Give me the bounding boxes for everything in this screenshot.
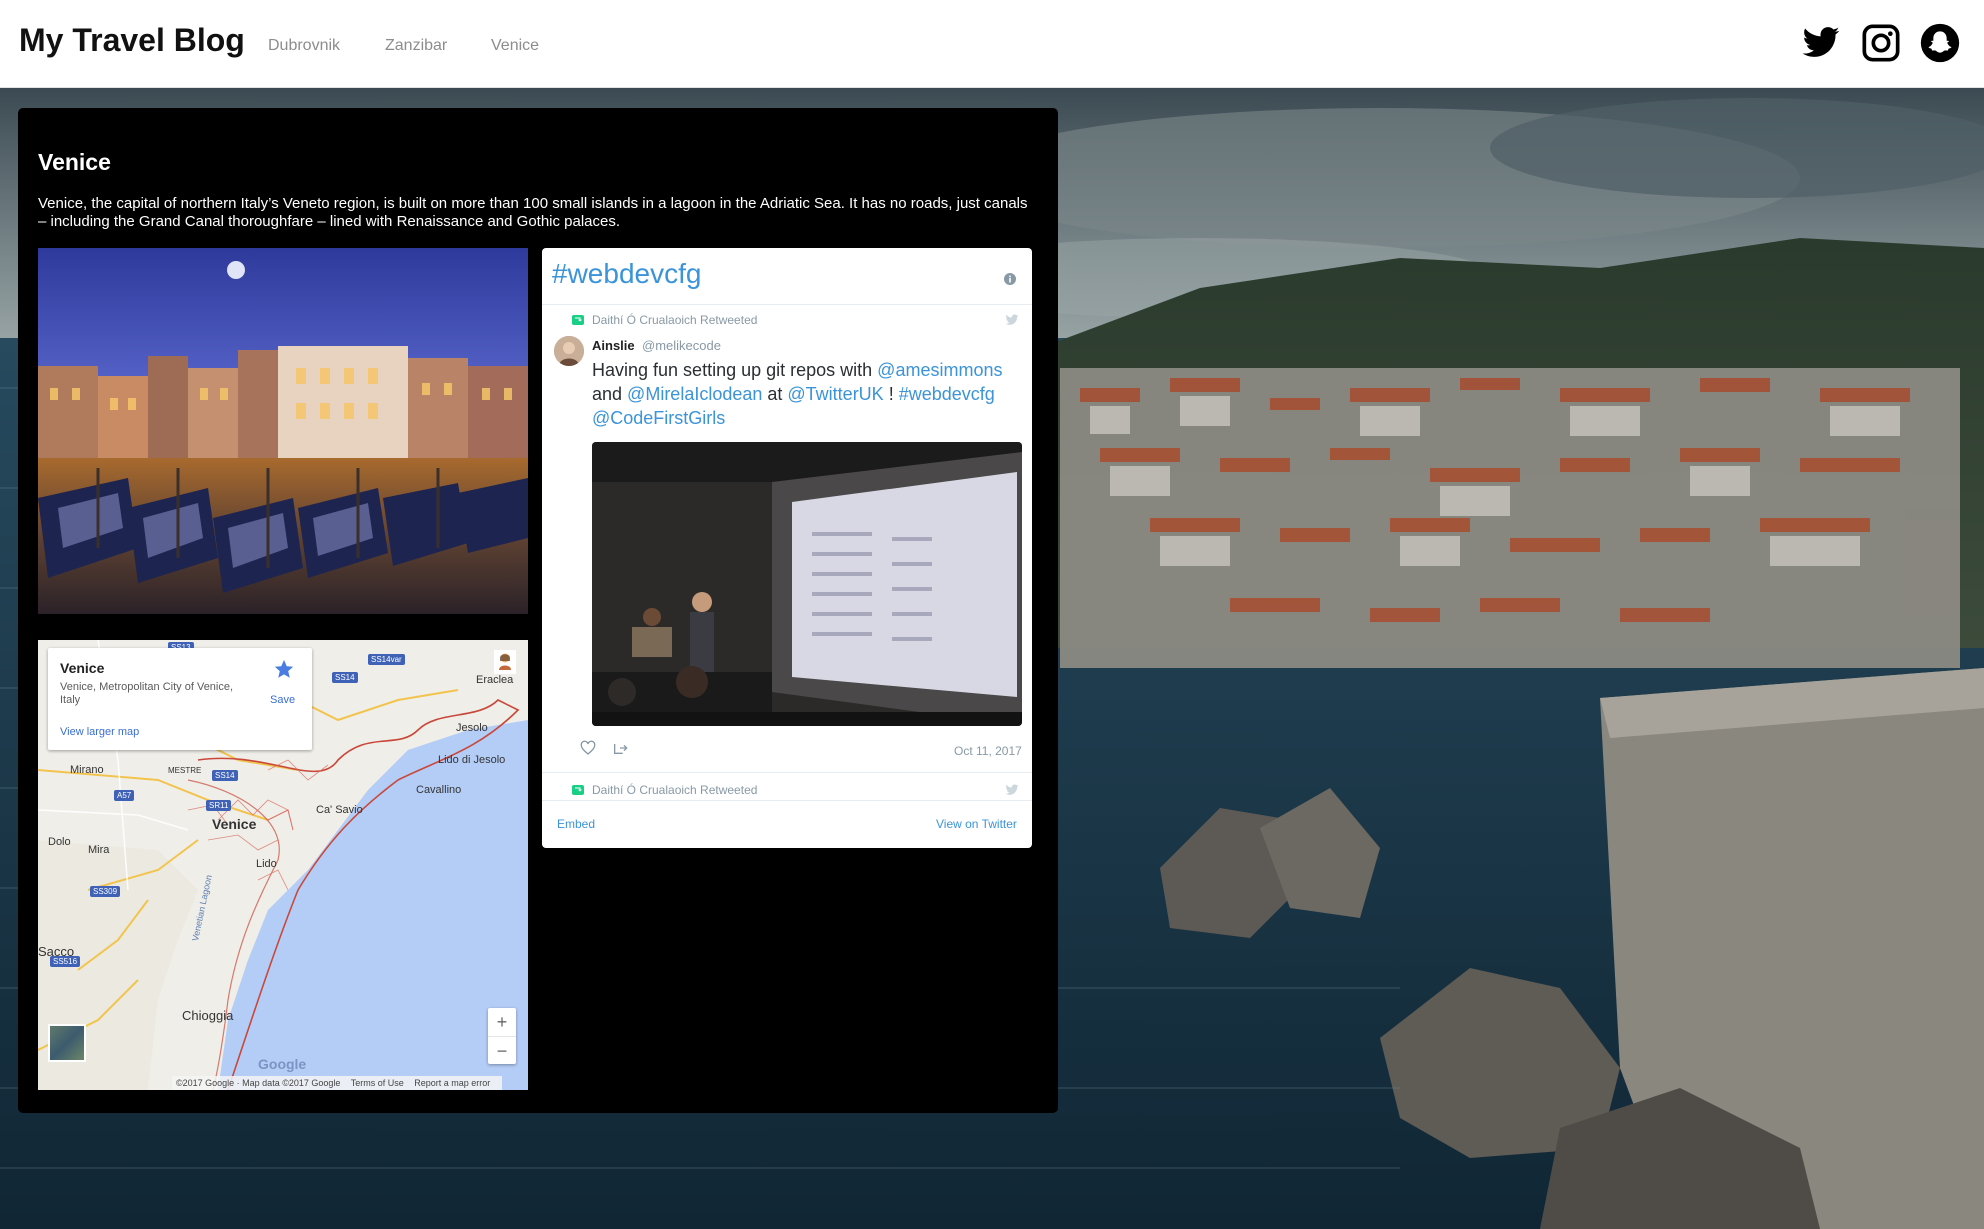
mention-link[interactable]: @TwitterUK (787, 384, 883, 404)
snapchat-icon[interactable] (1920, 23, 1960, 63)
retweeted-by-label: Daithí Ó Crualaoich Retweeted (592, 313, 758, 327)
tweet-text-part: Having fun setting up git repos with (592, 360, 878, 380)
retweet-icon (572, 785, 584, 795)
article-title: Venice (38, 149, 111, 175)
view-larger-map-link[interactable]: View larger map (60, 726, 139, 738)
map-report-error-link[interactable]: Report a map error (414, 1078, 490, 1088)
mention-link[interactable]: @CodeFirstGirls (592, 408, 725, 428)
tweet-text-part: and (592, 384, 628, 404)
site-header: My Travel Blog Dubrovnik Zanzibar Venice (0, 0, 1984, 88)
map-place-address: Venice, Metropolitan City of Venice, Ita… (60, 681, 234, 706)
map-footer: ©2017 Google · Map data ©2017 Google Ter… (172, 1076, 503, 1090)
site-brand[interactable]: My Travel Blog (19, 22, 245, 59)
map-label-mestre: MESTRE (168, 766, 202, 775)
tweet-author-name[interactable]: Ainslie (592, 338, 635, 353)
mention-link[interactable]: @amesimmons (877, 360, 1002, 380)
venice-photo (38, 248, 528, 614)
divider (542, 304, 1032, 305)
divider (542, 772, 1032, 773)
tweet-photo[interactable] (592, 442, 1022, 726)
road-shield: SS14var (368, 654, 405, 665)
zoom-out-button[interactable]: − (488, 1036, 516, 1065)
map-terms-link[interactable]: Terms of Use (351, 1078, 404, 1088)
map-label-venice: Venice (212, 816, 257, 832)
tweet-text-part: at (762, 384, 788, 404)
like-heart-icon[interactable] (580, 740, 596, 756)
map-save-button[interactable]: Save (270, 694, 295, 706)
map-label-lido: Lido (256, 858, 277, 870)
nav-link-zanzibar[interactable]: Zanzibar (385, 37, 447, 55)
mention-link[interactable]: @MirelaIclodean (627, 384, 762, 404)
instagram-icon[interactable] (1861, 23, 1901, 63)
tweet-author-avatar[interactable] (554, 336, 584, 366)
retweeted-by-label: Daithí Ó Crualaoich Retweeted (592, 783, 758, 797)
road-shield: A57 (114, 790, 135, 801)
map-label-eraclea: Eraclea (476, 674, 514, 686)
street-view-pegman-icon[interactable] (494, 650, 516, 674)
map-label-lido-di-jesolo: Lido di Jesolo (438, 754, 506, 766)
google-logo: Google (258, 1056, 307, 1072)
nav-link-dubrovnik[interactable]: Dubrovnik (268, 37, 340, 55)
google-map[interactable]: Eraclea Jesolo Lido di Jesolo Mirano MES… (38, 640, 528, 1090)
twitter-bird-icon[interactable] (1004, 783, 1020, 797)
road-shield: SS14 (212, 770, 238, 781)
share-icon[interactable] (612, 740, 628, 756)
map-label-mira: Mira (88, 844, 110, 856)
map-label-mirano: Mirano (70, 764, 104, 776)
map-info-card: Venice Venice, Metropolitan City of Veni… (48, 648, 312, 750)
article-card: Venice Venice, the capital of northern I… (18, 108, 1058, 1113)
road-shield: SR11 (206, 800, 232, 811)
map-label-cavallino: Cavallino (416, 784, 462, 796)
retweet-icon (572, 315, 584, 325)
map-place-name: Venice (60, 660, 105, 676)
twitter-timeline-widget: #webdevcfg Daithí Ó Crualaoich Retweeted… (542, 248, 1032, 848)
twitter-widget-title[interactable]: #webdevcfg (552, 258, 701, 290)
hashtag-link[interactable]: #webdevcfg (899, 384, 995, 404)
divider (542, 800, 1032, 801)
map-zoom-controls: + − (488, 1008, 516, 1064)
road-shield: SS14 (332, 672, 358, 683)
map-label-dolo: Dolo (48, 836, 71, 848)
satellite-toggle[interactable] (48, 1024, 86, 1062)
tweet-date[interactable]: Oct 11, 2017 (954, 744, 1022, 758)
map-label-chioggia: Chioggia (182, 1008, 234, 1023)
map-attribution: ©2017 Google · Map data ©2017 Google (176, 1078, 341, 1088)
map-label-jesolo: Jesolo (456, 722, 488, 734)
view-on-twitter-link[interactable]: View on Twitter (936, 817, 1017, 831)
tweet-text: Having fun setting up git repos with @am… (592, 358, 1022, 430)
road-shield: SS516 (50, 956, 81, 967)
zoom-in-button[interactable]: + (488, 1008, 516, 1036)
road-shield: SS309 (90, 886, 121, 897)
nav-link-venice[interactable]: Venice (491, 37, 539, 55)
embed-link[interactable]: Embed (557, 817, 595, 831)
article-description: Venice, the capital of northern Italy’s … (38, 195, 1028, 230)
tweet-author-handle[interactable]: @melikecode (642, 338, 721, 353)
info-icon[interactable] (1004, 273, 1016, 285)
twitter-bird-icon[interactable] (1004, 313, 1020, 327)
star-icon[interactable] (273, 658, 295, 680)
map-label-ca-savio: Ca' Savio (316, 804, 363, 816)
tweet-text-part: ! (883, 384, 899, 404)
twitter-icon[interactable] (1801, 23, 1841, 63)
